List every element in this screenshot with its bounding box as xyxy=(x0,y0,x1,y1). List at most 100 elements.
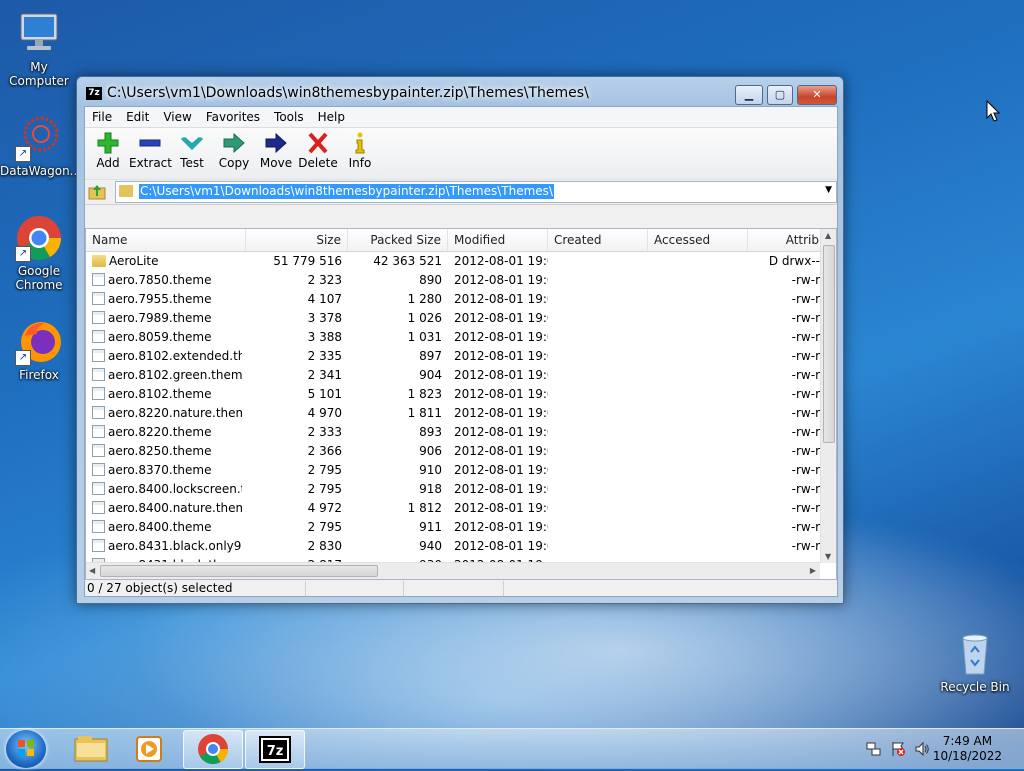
cell-text: 2012-08-01 19:00 xyxy=(454,349,548,363)
chrome-icon: ↗ xyxy=(15,214,63,262)
maximize-button[interactable]: ▢ xyxy=(767,85,793,105)
menu-file[interactable]: File xyxy=(85,110,119,124)
cell-packed: 918 xyxy=(348,480,442,499)
cell-name: aero.8431.black.only96d... xyxy=(92,537,242,556)
cell-text: aero.8102.theme xyxy=(108,387,212,401)
file-icon xyxy=(92,444,105,457)
column-name[interactable]: Name xyxy=(86,229,246,251)
desktop-icon-chrome[interactable]: ↗ Google Chrome xyxy=(0,214,78,292)
table-row[interactable]: aero.8431.black.only96d... 2 830 940 2012-0… xyxy=(86,537,826,556)
table-row[interactable]: aero.7989.theme 3 378 1 026 2012-08-01 19:0… xyxy=(86,309,826,328)
file-icon xyxy=(92,311,105,324)
column-accessed[interactable]: Accessed xyxy=(648,229,748,251)
window-titlebar[interactable]: 7z C:\Users\vm1\Downloads\win8themesbypa… xyxy=(77,77,843,107)
cell-text: aero.8220.nature.theme xyxy=(108,406,242,420)
desktop-icon-my-computer[interactable]: My Computer xyxy=(0,10,78,88)
add-button[interactable]: Add xyxy=(87,128,129,179)
scroll-left-icon[interactable]: ◀ xyxy=(89,566,95,575)
minimize-button[interactable]: ▁ xyxy=(735,85,763,105)
table-row[interactable]: aero.7850.theme 2 323 890 2012-08-01 19:00 -… xyxy=(86,271,826,290)
menu-tools[interactable]: Tools xyxy=(267,110,311,124)
file-icon xyxy=(92,463,105,476)
address-input[interactable]: C:\Users\vm1\Downloads\win8themesbypaint… xyxy=(115,181,837,203)
copy-button[interactable]: Copy xyxy=(213,128,255,179)
scroll-right-icon[interactable]: ▶ xyxy=(810,566,816,575)
action-center-flag-icon[interactable] xyxy=(890,741,906,757)
column-modified[interactable]: Modified xyxy=(448,229,548,251)
table-row[interactable]: aero.8370.theme 2 795 910 2012-08-01 19:00 -… xyxy=(86,461,826,480)
table-row[interactable]: aero.8400.theme 2 795 911 2012-08-01 19:00 -… xyxy=(86,518,826,537)
cell-packed: 893 xyxy=(348,423,442,442)
cell-text: -rw-r xyxy=(791,425,820,439)
cell-size: 2 795 xyxy=(246,461,342,480)
delete-label: Delete xyxy=(298,156,338,170)
table-row[interactable]: aero.8250.theme 2 366 906 2012-08-01 19:00 -… xyxy=(86,442,826,461)
desktop-icon-recycle-bin[interactable]: Recycle Bin xyxy=(936,630,1014,694)
cell-size: 2 366 xyxy=(246,442,342,461)
cell-text: 2012-08-01 19:00 xyxy=(454,311,548,325)
close-button[interactable]: ✕ xyxy=(797,85,837,105)
cell-text: aero.8400.theme xyxy=(108,520,212,534)
cell-text: -rw-r xyxy=(791,520,820,534)
table-row[interactable]: aero.8220.nature.theme 4 970 1 811 2012-08-… xyxy=(86,404,826,423)
desktop-icon-firefox[interactable]: ↗ Firefox xyxy=(0,318,78,382)
menu-help[interactable]: Help xyxy=(311,110,352,124)
column-packed-size[interactable]: Packed Size xyxy=(348,229,448,251)
delete-button[interactable]: Delete xyxy=(297,128,339,179)
media-player-icon xyxy=(136,736,162,762)
column-size[interactable]: Size xyxy=(246,229,348,251)
info-button[interactable]: Info xyxy=(339,128,381,179)
taskbar-chrome[interactable] xyxy=(183,730,243,769)
cell-text: 42 363 521 xyxy=(373,254,442,268)
taskbar-7zip[interactable]: 7z xyxy=(245,730,305,769)
firefox-icon: ↗ xyxy=(15,318,63,366)
cell-text: 2012-08-01 19:00 xyxy=(454,368,548,382)
column-created[interactable]: Created xyxy=(548,229,648,251)
table-row[interactable]: AeroLite 51 779 516 42 363 521 2012-08-01 1… xyxy=(86,252,826,271)
network-icon[interactable] xyxy=(866,741,882,757)
scroll-down-icon[interactable]: ▼ xyxy=(825,552,831,561)
table-row[interactable]: aero.7955.theme 4 107 1 280 2012-08-01 19:0… xyxy=(86,290,826,309)
cell-text: 2012-08-01 19:00 xyxy=(454,482,548,496)
start-button[interactable] xyxy=(6,730,46,768)
cell-attrib: -rw-r xyxy=(748,347,820,366)
table-row[interactable]: aero.8102.green.theme 2 341 904 2012-08-01 … xyxy=(86,366,826,385)
menu-view[interactable]: View xyxy=(156,110,198,124)
cell-text: 3 378 xyxy=(307,311,342,325)
up-folder-button[interactable] xyxy=(87,182,107,202)
table-row[interactable]: aero.8220.theme 2 333 893 2012-08-01 19:00 -… xyxy=(86,423,826,442)
scroll-up-icon[interactable]: ▲ xyxy=(825,231,831,240)
recycle-bin-icon xyxy=(951,630,999,678)
cell-attrib: -rw-r xyxy=(748,537,820,556)
menu-edit[interactable]: Edit xyxy=(119,110,156,124)
cell-text: 2 795 xyxy=(307,520,342,534)
cell-text: 2012-08-01 19:00 xyxy=(454,387,548,401)
cell-packed: 940 xyxy=(348,537,442,556)
table-row[interactable]: aero.8102.theme 5 101 1 823 2012-08-01 19:0… xyxy=(86,385,826,404)
horizontal-scroll-thumb[interactable] xyxy=(100,565,378,577)
cell-text: -rw-r xyxy=(791,273,820,287)
menu-favorites[interactable]: Favorites xyxy=(199,110,267,124)
table-row[interactable]: aero.8400.lockscreen.th... 2 795 918 2012-0… xyxy=(86,480,826,499)
cell-modified: 2012-08-01 19:00 xyxy=(454,423,548,442)
copy-icon xyxy=(223,132,245,154)
taskbar-media-player[interactable] xyxy=(120,730,178,767)
table-row[interactable]: aero.8102.extended.the... 2 335 897 2012-08… xyxy=(86,347,826,366)
volume-icon[interactable] xyxy=(914,741,930,757)
cell-text: 2012-08-01 19:00 xyxy=(454,463,548,477)
horizontal-scrollbar[interactable]: ◀ ▶ xyxy=(86,562,820,579)
extract-button[interactable]: Extract xyxy=(129,128,172,179)
move-button[interactable]: Move xyxy=(255,128,297,179)
clock[interactable]: 7:49 AM 10/18/2022 xyxy=(933,734,1002,764)
vertical-scroll-thumb[interactable] xyxy=(823,245,835,443)
taskbar-explorer[interactable] xyxy=(62,730,120,767)
desktop-icon-datawagon[interactable]: ↗ DataWagon... xyxy=(0,114,81,178)
vertical-scrollbar[interactable]: ▲ ▼ xyxy=(820,229,836,563)
chevron-down-icon[interactable]: ▼ xyxy=(825,185,832,195)
test-button[interactable]: Test xyxy=(171,128,213,179)
table-row[interactable]: aero.8400.nature.theme 4 972 1 812 2012-08-… xyxy=(86,499,826,518)
folder-icon xyxy=(119,185,133,197)
column-attrib[interactable]: Attrib xyxy=(748,229,826,251)
cell-text: 2 795 xyxy=(307,482,342,496)
table-row[interactable]: aero.8059.theme 3 388 1 031 2012-08-01 19:0… xyxy=(86,328,826,347)
